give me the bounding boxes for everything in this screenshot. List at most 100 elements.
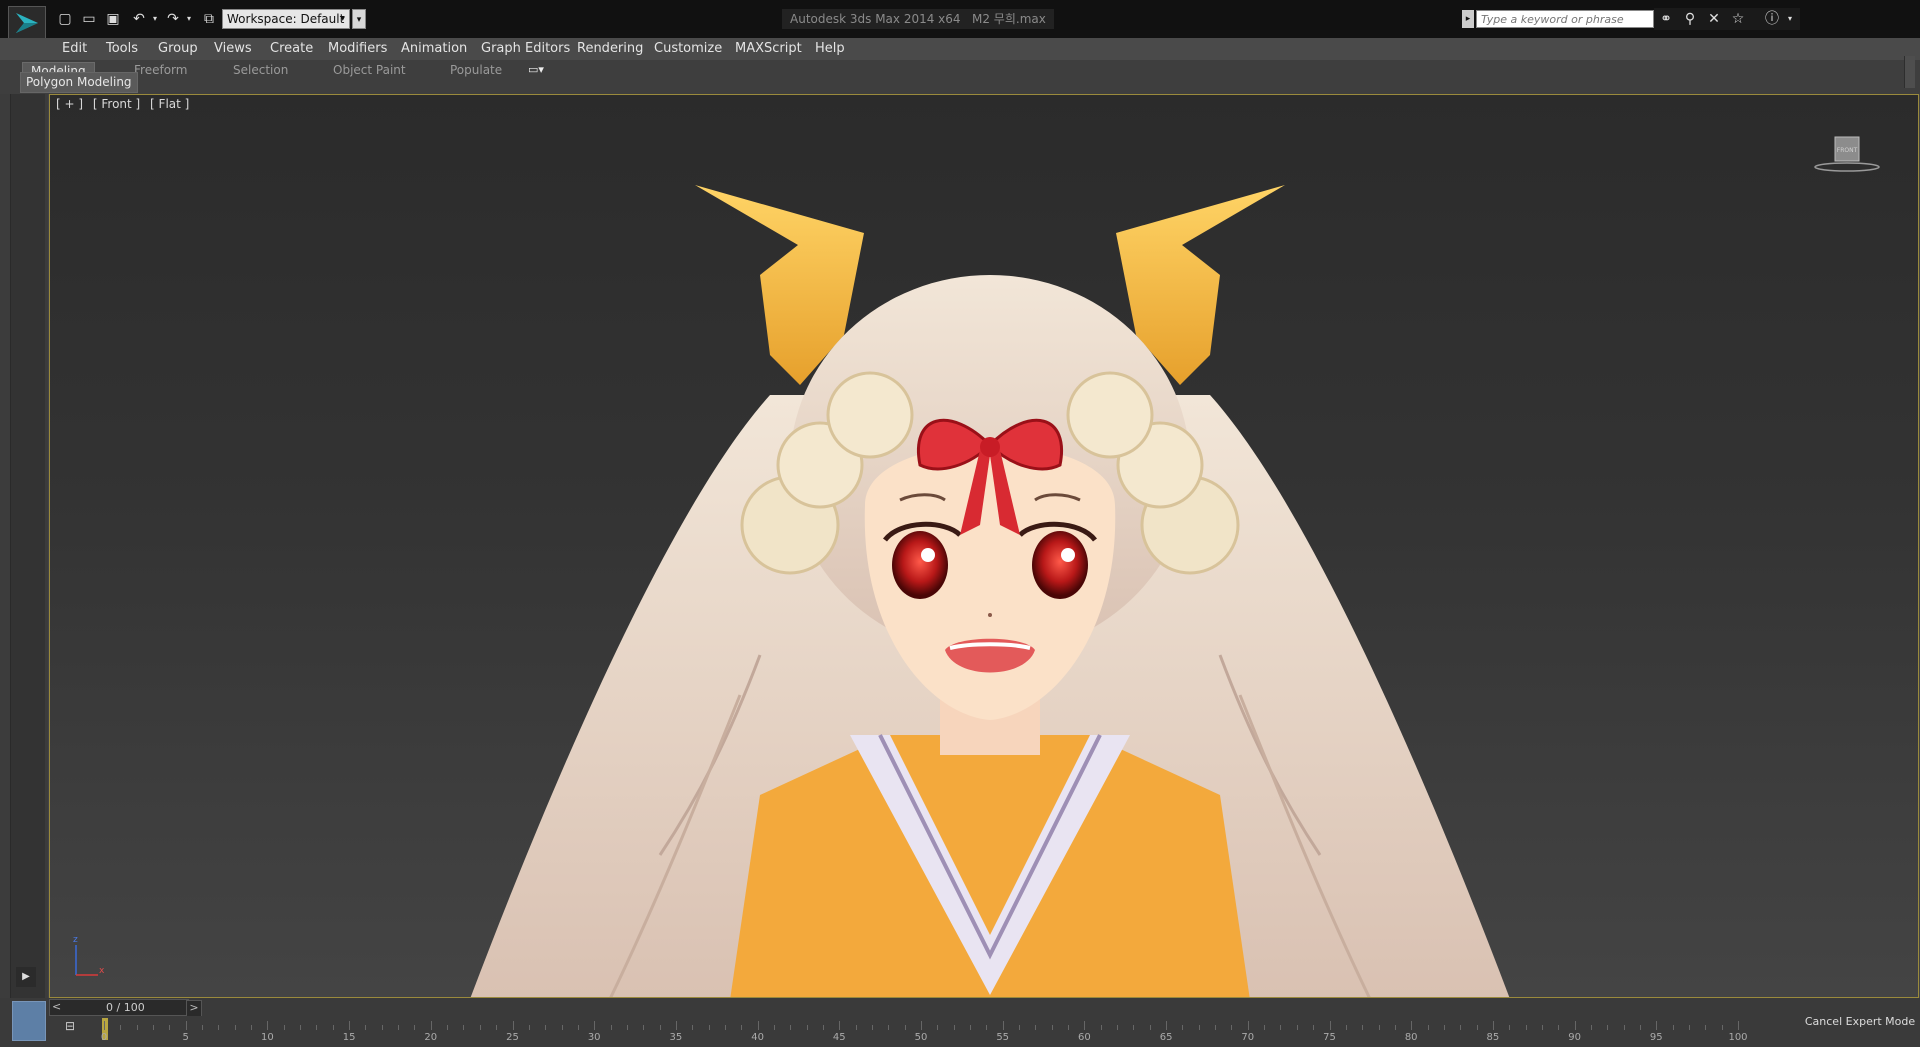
binoculars-icon[interactable]: ⚭ (1656, 10, 1676, 28)
menu-create[interactable]: Create (270, 41, 313, 56)
viewport-label: [ + ] [ Front ] [ Flat ] (56, 97, 195, 111)
track-bar-tick (1378, 1025, 1380, 1030)
new-file-icon[interactable]: ▢ (56, 10, 74, 28)
track-bar-tick (136, 1025, 138, 1030)
track-bar-tick (316, 1025, 318, 1030)
track-bar-tick (234, 1025, 236, 1030)
project-folder-icon[interactable]: ⧉ (200, 10, 218, 28)
search-expand-button[interactable]: ▸ (1462, 10, 1474, 28)
track-bar-tick (659, 1025, 661, 1030)
application-menu-button[interactable] (8, 6, 46, 40)
time-slider-prev-button[interactable]: < (52, 1000, 61, 1013)
tab-selection[interactable]: Selection (225, 62, 296, 78)
track-bar-tick (512, 1021, 514, 1030)
track-bar-tick (822, 1025, 824, 1030)
track-bar-tick (986, 1025, 988, 1030)
track-bar-tick (1133, 1025, 1135, 1030)
menu-modifiers[interactable]: Modifiers (328, 41, 387, 56)
curve-editor-toggle-icon[interactable]: ⊟ (60, 1019, 80, 1039)
track-bar-tick (643, 1025, 645, 1030)
viewport-layout-tab-bar (10, 94, 45, 998)
menu-maxscript[interactable]: MAXScript (735, 41, 802, 56)
viewcube-icon[interactable]: FRONT (1812, 133, 1882, 173)
time-slider-next-button[interactable]: > (186, 1000, 202, 1017)
communication-center-icon[interactable]: ✕ (1704, 10, 1724, 28)
track-bar-tick (1411, 1021, 1413, 1030)
viewport-view-menu[interactable]: [ Front ] (93, 97, 140, 111)
track-bar-tick (1574, 1021, 1576, 1030)
menu-group[interactable]: Group (158, 41, 198, 56)
menu-tools[interactable]: Tools (106, 41, 138, 56)
track-bar-tick (104, 1021, 105, 1030)
tab-object-paint[interactable]: Object Paint (325, 62, 414, 78)
app-window: ▢ ▭ ▣ ↶ ▾ ↷ ▾ ⧉ Workspace: Default ▾ ▾ A… (0, 0, 1920, 1047)
track-bar-tick (496, 1025, 498, 1030)
file-title: M2 무희.max (964, 9, 1054, 29)
track-bar-tick (1738, 1021, 1739, 1030)
track-bar[interactable]: 0 5 10 15 20 25 30 35 40 45 50 55 60 65 70 75 80 85 90 95 10… (96, 1016, 1756, 1044)
time-slider[interactable]: < 0 / 100 > (49, 999, 202, 1017)
track-bar-tick (773, 1025, 775, 1030)
menu-animation[interactable]: Animation (401, 41, 467, 56)
polygon-modeling-panel[interactable]: Polygon Modeling (20, 72, 138, 93)
track-bar-tick-label: 5 (182, 1032, 189, 1043)
track-bar-tick (1215, 1025, 1217, 1030)
viewport-plus-menu[interactable]: [ + ] (56, 97, 83, 111)
maxscript-mini-listener[interactable] (12, 1001, 46, 1041)
tab-populate[interactable]: Populate (442, 62, 510, 78)
cancel-expert-mode-button[interactable]: Cancel Expert Mode (1800, 1010, 1920, 1034)
track-bar-tick-label: 30 (587, 1032, 601, 1043)
track-bar-tick (724, 1025, 726, 1030)
track-bar-tick (169, 1025, 171, 1030)
open-file-icon[interactable]: ▭ (80, 10, 98, 28)
menu-rendering[interactable]: Rendering (577, 41, 643, 56)
save-file-icon[interactable]: ▣ (104, 10, 122, 28)
track-bar-tick (790, 1025, 792, 1030)
track-bar-tick (185, 1021, 187, 1030)
undo-dropdown-icon[interactable]: ▾ (146, 10, 164, 28)
workspace-select[interactable]: Workspace: Default ▾ (222, 9, 350, 29)
track-bar-tick (332, 1025, 334, 1030)
menu-customize[interactable]: Customize (654, 41, 722, 56)
track-bar-tick (414, 1025, 416, 1030)
quick-access-dropdown[interactable]: ▾ (352, 9, 366, 29)
track-bar-tick (120, 1025, 122, 1030)
menu-help[interactable]: Help (815, 41, 845, 56)
viewport-shading-menu[interactable]: [ Flat ] (150, 97, 189, 111)
subscription-key-icon[interactable]: ⚲ (1680, 10, 1700, 28)
menu-edit[interactable]: Edit (62, 41, 87, 56)
time-slider-frame-readout: 0 / 100 (106, 1001, 145, 1014)
ribbon-scrollbar[interactable] (1904, 56, 1915, 88)
track-bar-tick (1607, 1025, 1609, 1030)
track-bar-tick (1721, 1025, 1723, 1030)
track-bar-tick (1525, 1025, 1527, 1030)
track-bar-tick (1492, 1021, 1494, 1030)
redo-dropdown-icon[interactable]: ▾ (180, 10, 198, 28)
front-viewport[interactable]: [ + ] [ Front ] [ Flat ] FRONT z x (49, 94, 1919, 998)
track-bar-tick (1476, 1025, 1478, 1030)
track-bar-tick (953, 1025, 955, 1030)
track-bar-tick-label: 35 (669, 1032, 683, 1043)
track-bar-tick-label: 65 (1159, 1032, 1173, 1043)
favorites-star-icon[interactable]: ☆ (1728, 10, 1748, 28)
track-bar-tick (1460, 1025, 1462, 1030)
track-bar-tick (741, 1025, 743, 1030)
menu-views[interactable]: Views (214, 41, 252, 56)
help-icon[interactable]: ⓘ (1762, 10, 1782, 28)
expand-viewport-layouts-button[interactable]: ▶ (16, 967, 36, 987)
track-bar-tick-label: 95 (1649, 1032, 1663, 1043)
track-bar-tick (594, 1021, 596, 1030)
track-bar-tick (1313, 1025, 1315, 1030)
track-bar-tick (398, 1025, 400, 1030)
ribbon-options-icon[interactable]: ▭▾ (528, 63, 554, 77)
track-bar-tick-label: 25 (506, 1032, 519, 1043)
track-bar-tick (545, 1025, 547, 1030)
track-bar-tick (1264, 1025, 1266, 1030)
search-input[interactable] (1476, 10, 1654, 28)
track-bar-tick (675, 1021, 677, 1030)
menu-graph-editors[interactable]: Graph Editors (481, 41, 570, 56)
ribbon-tabs: Modeling Freeform Selection Object Paint… (0, 60, 1920, 80)
track-bar-tick-label: 60 (1078, 1032, 1091, 1043)
axis-tripod-icon: z x (73, 935, 105, 976)
help-dropdown-icon[interactable]: ▾ (1780, 10, 1800, 28)
